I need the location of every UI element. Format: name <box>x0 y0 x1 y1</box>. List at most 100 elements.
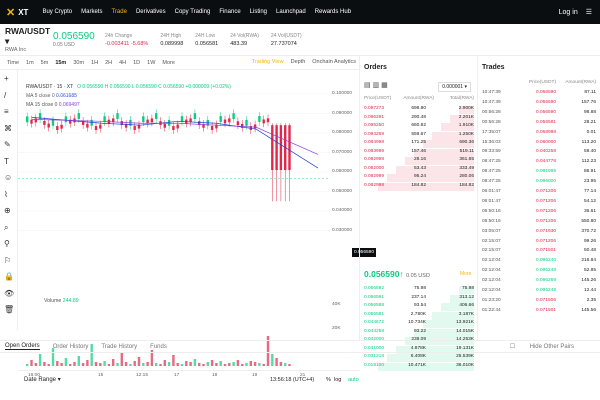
last-price-block: 0.056590 0.05 USD <box>53 31 105 48</box>
trade-price: 0.096000 <box>535 179 556 185</box>
order-row-asks[interactable]: 0.096291 290.48 2.201K <box>364 114 474 123</box>
drawing-tool-icon[interactable]: ≡ <box>4 107 9 116</box>
interval-1h[interactable]: 1H <box>91 60 98 66</box>
order-row-asks[interactable]: 0.084998 171.25 690.36 <box>364 140 474 148</box>
tab-trade-history[interactable]: Trade History <box>101 344 137 350</box>
interval-1m[interactable]: 1m <box>26 60 34 66</box>
trade-price: 0.096248 <box>535 268 556 274</box>
drawing-tool-icon[interactable]: / <box>4 91 6 100</box>
order-price: 0.044672 <box>364 320 385 325</box>
nav-item-markets[interactable]: Markets <box>81 9 102 15</box>
hide-other-pairs[interactable]: ☐ Hide Other Pairs <box>505 343 582 350</box>
trade-time: 01:22:44 <box>482 307 501 313</box>
nav-item-derivatives[interactable]: Derivatives <box>136 9 166 15</box>
interval-4h[interactable]: 4H <box>119 60 126 66</box>
order-total: 2.201K <box>458 114 474 120</box>
drawing-tool-icon[interactable]: ⚲ <box>4 239 10 248</box>
interval-5m[interactable]: 5m <box>41 60 49 66</box>
order-amount: 2.780K <box>410 311 426 317</box>
order-row-bids[interactable]: 0.056588 93.54 406.66 <box>364 303 474 311</box>
order-row-asks[interactable]: 0.082000 53.43 333.49 <box>364 165 474 174</box>
layout-both-icon[interactable]: ▤ <box>364 82 371 89</box>
order-row-bids[interactable]: 0.056581 2.780K 3.187K <box>364 311 474 320</box>
drawing-tool-icon[interactable]: ⌕ <box>4 223 8 233</box>
precision-select[interactable]: 0.000001 ▾ <box>438 82 471 92</box>
ticker-stat: 24 Vol(RWA) 483.39 <box>230 33 259 47</box>
drawing-tool-icon[interactable]: ☺ <box>4 173 12 182</box>
candle-body <box>223 119 227 124</box>
order-row-bids[interactable]: 0.044672 10.734K 13.921K <box>364 320 474 328</box>
login-link[interactable]: Log in <box>559 9 578 16</box>
trade-amount: 98.88 <box>583 109 596 115</box>
drawing-tool-icon[interactable]: ⌇ <box>4 190 8 199</box>
pair-selector[interactable]: RWA/USDT ▾ RWA Inc <box>5 26 53 53</box>
drawing-tool-icon[interactable]: + <box>4 74 9 83</box>
candle-body <box>30 119 33 124</box>
more-link[interactable]: More <box>460 271 471 277</box>
order-row-asks[interactable]: 0.082998 28.16 361.65 <box>364 157 474 165</box>
order-row-asks[interactable]: 0.095250 660.82 1.910K <box>364 123 474 131</box>
checkbox-icon[interactable]: ☐ <box>510 344 515 350</box>
order-row-asks[interactable]: 0.097273 698.80 2.900K <box>364 106 474 114</box>
layout-bids-icon[interactable]: ▥ <box>373 82 380 89</box>
ma15-line <box>31 119 319 155</box>
drawing-tool-icon[interactable]: ⌘ <box>4 124 12 133</box>
order-amount: 184.82 <box>411 182 426 188</box>
trade-amount: 36.61 <box>583 208 596 214</box>
layout-asks-icon[interactable]: ▦ <box>381 82 388 89</box>
order-price: 0.056581 <box>364 311 385 317</box>
interval-2h[interactable]: 2H <box>105 60 112 66</box>
order-row-bids[interactable]: 0.043258 93.22 14.015K <box>364 328 474 337</box>
drawing-tool-icon[interactable]: 👁 <box>4 289 14 298</box>
tab-order-history[interactable]: Order History <box>53 344 89 350</box>
chart-view-switcher: Trading View Depth Onchain Analytics <box>245 59 356 65</box>
nav-item-finance[interactable]: Finance <box>219 9 240 15</box>
order-price: 0.083999 <box>364 148 385 154</box>
drawing-tool-icon[interactable]: 🗑 <box>4 305 14 314</box>
trade-row: 08:47:25 0.096000 23.95 <box>482 179 596 188</box>
order-row-bids[interactable]: 0.056592 75.98 75.98 <box>364 286 474 294</box>
menu-icon[interactable]: ☰ <box>586 8 592 16</box>
view-depth[interactable]: Depth <box>291 59 306 65</box>
trade-price: 0.056581 <box>535 119 556 125</box>
interval-1d[interactable]: 1D <box>133 60 140 66</box>
order-row-bids[interactable]: 0.056591 237.14 313.12 <box>364 294 474 303</box>
order-row-asks[interactable]: 0.082999 95.24 280.06 <box>364 174 474 182</box>
brand-logo[interactable]: ✕ XT <box>6 6 28 19</box>
order-book-layout-icons[interactable]: ▤ ▥ ▦ <box>364 81 388 89</box>
order-book: Orders ▤ ▥ ▦ 0.000001 ▾ Price(USDT) Amou… <box>359 56 477 371</box>
nav-item-listing[interactable]: Listing <box>250 9 267 15</box>
drawing-tool-icon[interactable]: ✎ <box>4 140 11 149</box>
order-row-asks[interactable]: 0.094269 559.67 1.250K <box>364 131 474 140</box>
drawing-tool-icon[interactable]: T <box>4 157 9 166</box>
order-row-asks[interactable]: 0.083999 157.46 519.11 <box>364 148 474 157</box>
nav-item-buy-crypto[interactable]: Buy Crypto <box>42 9 72 15</box>
nav-item-trade[interactable]: Trade <box>111 9 126 15</box>
interval-more[interactable]: More <box>162 60 175 66</box>
interval-1w[interactable]: 1W <box>147 60 155 66</box>
nav-item-copy-trading[interactable]: Copy Trading <box>175 9 211 15</box>
drawing-tool-icon[interactable]: 🔒 <box>4 272 14 281</box>
trade-time: 09:33:59 <box>482 149 501 155</box>
drawing-tool-icon[interactable]: ⊕ <box>4 206 11 215</box>
candle-body <box>47 123 50 128</box>
nav-item-rewards-hub[interactable]: Rewards Hub <box>315 9 351 15</box>
interval-30m[interactable]: 30m <box>73 60 84 66</box>
trade-row: 02:15:07 0.071501 50.48 <box>482 248 596 257</box>
tab-funds[interactable]: Funds <box>150 344 167 350</box>
chart-toolbar: Time 1m 5m 15m 30m 1H 2H 4H 1D 1W More Trading View… <box>0 56 360 70</box>
order-row-asks[interactable]: 0.082998 184.82 184.82 <box>364 182 474 191</box>
tab-open-orders[interactable]: Open Orders <box>5 343 40 350</box>
nav-item-launchpad[interactable]: Launchpad <box>276 9 306 15</box>
drawing-tool-icon[interactable]: ⚐ <box>4 256 11 265</box>
candlestick-chart[interactable]: RWA/USDT · 15 · XT O 0.056590 H 0.056590 … <box>18 70 376 378</box>
order-amount: 559.67 <box>411 131 426 137</box>
trade-amount: 0.01 <box>586 129 596 135</box>
view-trading-view[interactable]: Trading View <box>252 59 284 65</box>
trade-price: 0.071501 <box>535 307 556 313</box>
view-onchain-analytics[interactable]: Onchain Analytics <box>312 59 356 65</box>
interval-15m[interactable]: 15m <box>55 60 66 66</box>
trades-title: Trades <box>482 64 505 71</box>
candle-body <box>275 125 278 171</box>
interval-time[interactable]: Time <box>7 60 19 66</box>
